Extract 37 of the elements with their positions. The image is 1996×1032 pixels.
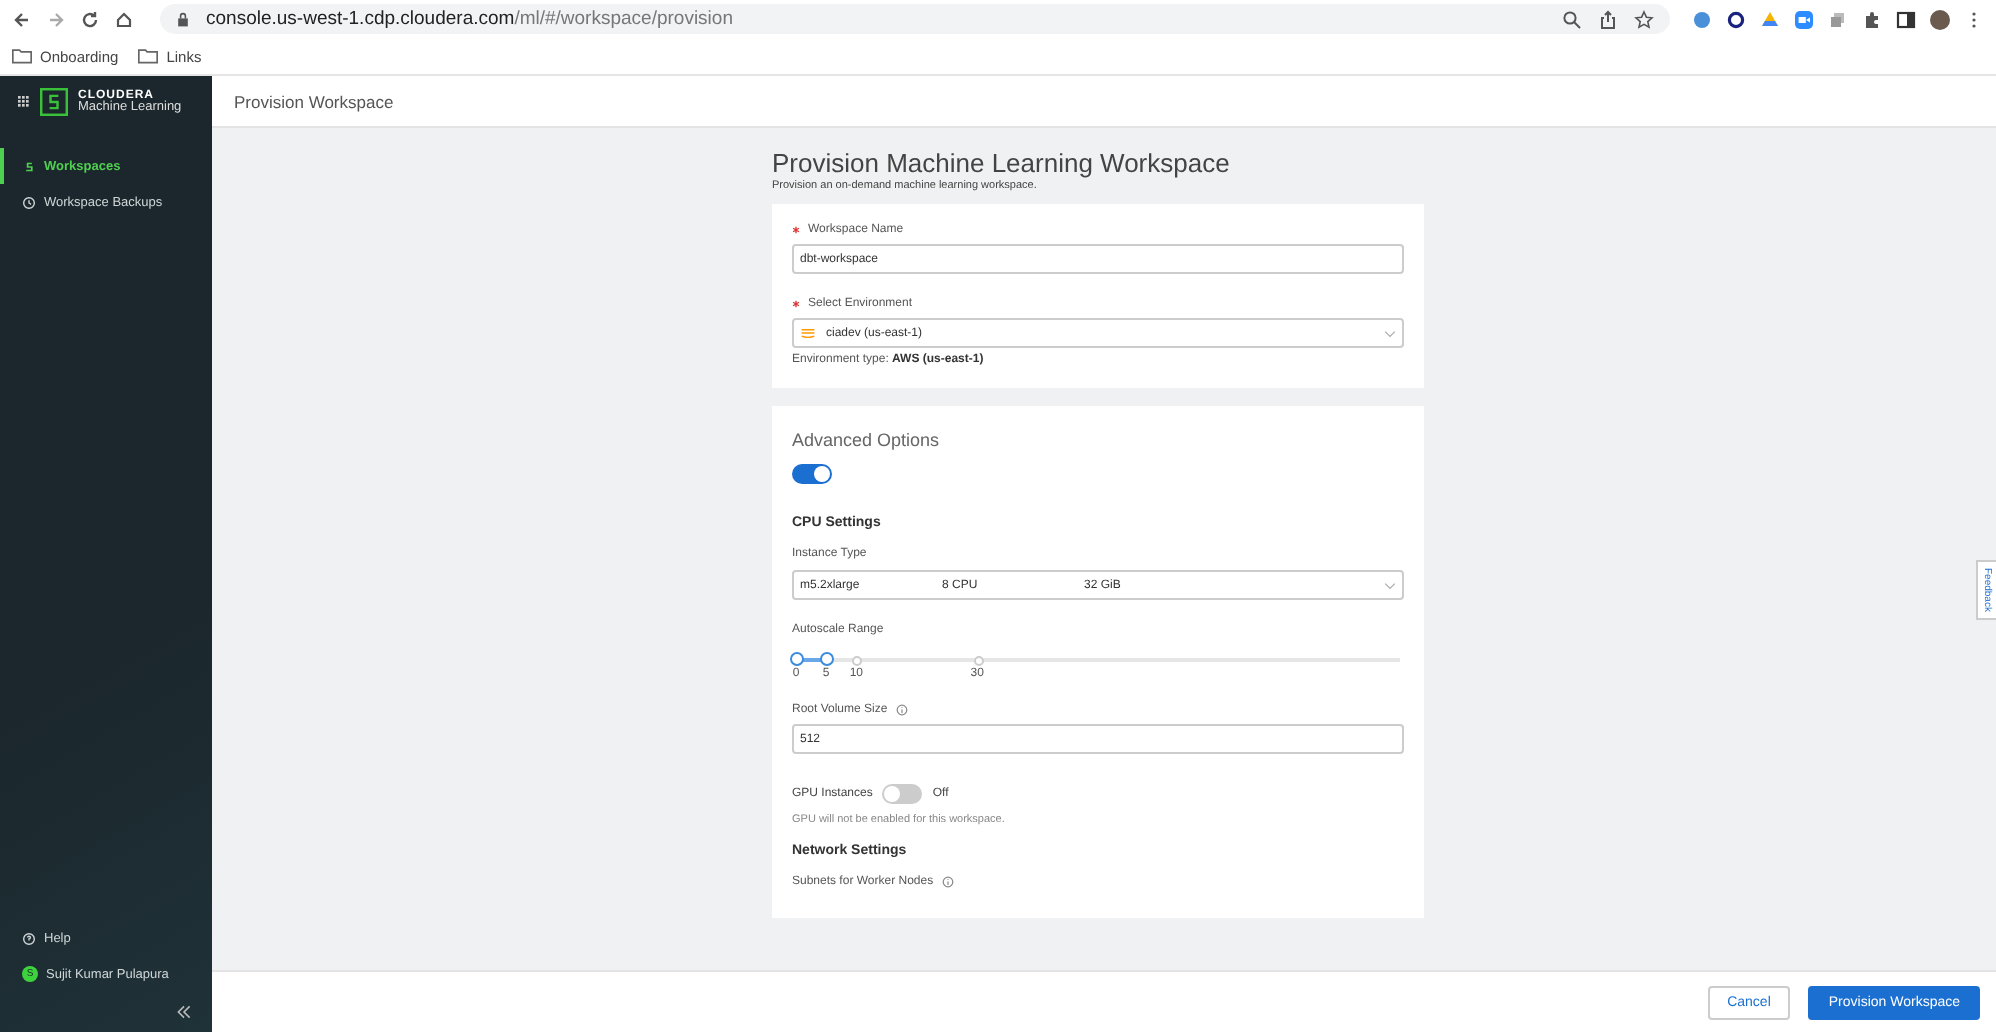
info-icon[interactable] [941, 876, 954, 888]
cloud-provider-icon [800, 328, 816, 338]
puzzle-icon[interactable] [1862, 9, 1882, 29]
advanced-options-toggle[interactable] [792, 464, 832, 484]
extension-icon[interactable] [1692, 9, 1712, 29]
ring-icon[interactable] [1726, 9, 1746, 29]
app-grid-icon[interactable] [18, 96, 30, 108]
collapse-icon[interactable] [176, 1004, 192, 1020]
chevron-down-icon [1384, 581, 1396, 589]
reload-icon[interactable] [80, 9, 100, 29]
share-icon[interactable] [1598, 9, 1618, 29]
squares-icon[interactable] [1828, 9, 1848, 29]
header-title: Provision Workspace [234, 91, 394, 111]
home-icon[interactable] [114, 9, 134, 29]
section-title: Advanced Options [792, 430, 942, 450]
slider-handle[interactable] [819, 652, 834, 666]
folder-icon [12, 48, 32, 64]
gpu-toggle[interactable] [882, 784, 923, 804]
slider-handle[interactable] [789, 652, 803, 666]
info-icon[interactable] [895, 704, 908, 716]
help-icon [22, 931, 36, 945]
zoom-icon[interactable] [1562, 9, 1582, 29]
workspace-icon [22, 159, 36, 173]
logo-icon [40, 88, 68, 116]
address-bar[interactable]: console.us-west-1.cdp.cloudera.com/ml/#/workspace/provision [160, 4, 1670, 34]
folder-icon [138, 48, 159, 64]
page-title: Provision Machine Learning Workspace [772, 148, 1232, 178]
triangle-icon[interactable] [1760, 9, 1780, 29]
profile-avatar-icon[interactable] [1930, 9, 1950, 29]
url-text: console.us-west-1.cdp.cloudera.com/ml/#/workspace/provision [206, 8, 733, 30]
lock-icon [176, 11, 190, 27]
chevron-down-icon [1384, 329, 1396, 337]
history-icon [22, 195, 36, 209]
star-icon[interactable] [1634, 9, 1654, 29]
side-panel-icon[interactable] [1896, 9, 1916, 29]
back-icon[interactable] [12, 9, 32, 29]
camera-icon[interactable] [1794, 9, 1814, 29]
